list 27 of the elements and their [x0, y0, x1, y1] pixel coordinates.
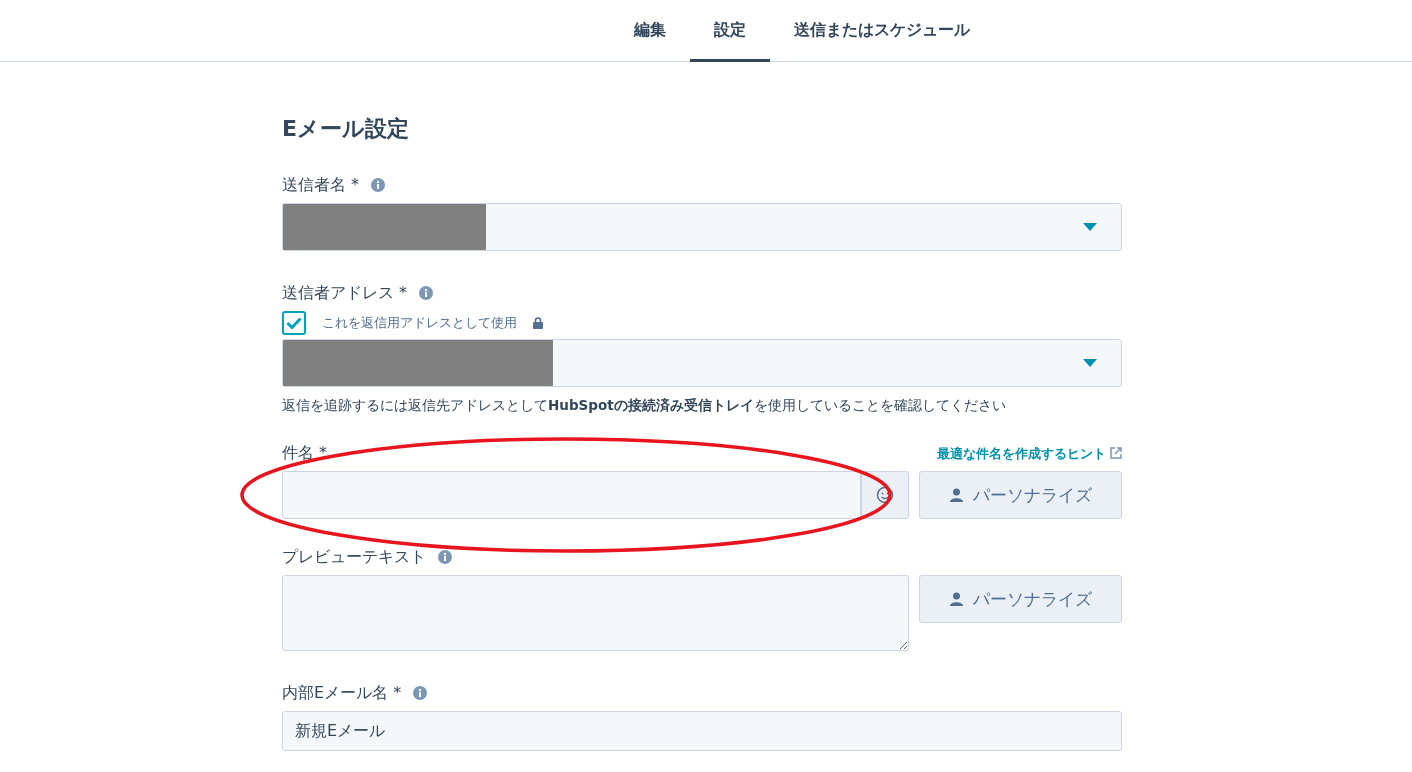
checkbox-label: これを返信用アドレスとして使用	[322, 314, 517, 333]
help-text: 返信を追跡するには返信先アドレスとしてHubSpotの接続済み受信トレイを使用していることを確認してください	[282, 396, 1007, 415]
tab[interactable]: 編集	[610, 0, 690, 62]
field-label: プレビューテキスト	[282, 546, 426, 569]
field-label: 件名 *	[282, 442, 328, 465]
smiley-icon	[876, 486, 894, 505]
tips-link[interactable]: 最適な件名を作成するヒント	[937, 443, 1122, 463]
field-label: 内部Eメール名 *	[282, 682, 402, 705]
external-link-icon	[1110, 447, 1122, 460]
preview-text-field[interactable]	[282, 575, 909, 652]
person-icon	[949, 592, 963, 607]
checkmark-icon	[286, 317, 302, 329]
internal-name-field[interactable]: 新規Eメール	[282, 711, 1122, 752]
field-label: 送信者名 *	[282, 174, 360, 196]
field-label: 送信者アドレス *	[282, 282, 408, 304]
tab[interactable]: 送信またはスケジュール	[770, 0, 994, 62]
tab[interactable]: 設定	[690, 0, 770, 62]
caret-icon	[1083, 223, 1097, 231]
section-title: Eメール設定	[282, 115, 411, 143]
subject-field[interactable]	[282, 471, 861, 520]
checkbox[interactable]	[282, 311, 306, 335]
personalize-button[interactable]: パーソナライズ	[919, 575, 1122, 624]
caret-icon	[1083, 359, 1097, 367]
person-icon	[949, 488, 963, 503]
personalize-button[interactable]: パーソナライズ	[919, 471, 1122, 520]
dropdown-field[interactable]	[282, 203, 1122, 251]
dropdown-field[interactable]	[282, 339, 1122, 387]
